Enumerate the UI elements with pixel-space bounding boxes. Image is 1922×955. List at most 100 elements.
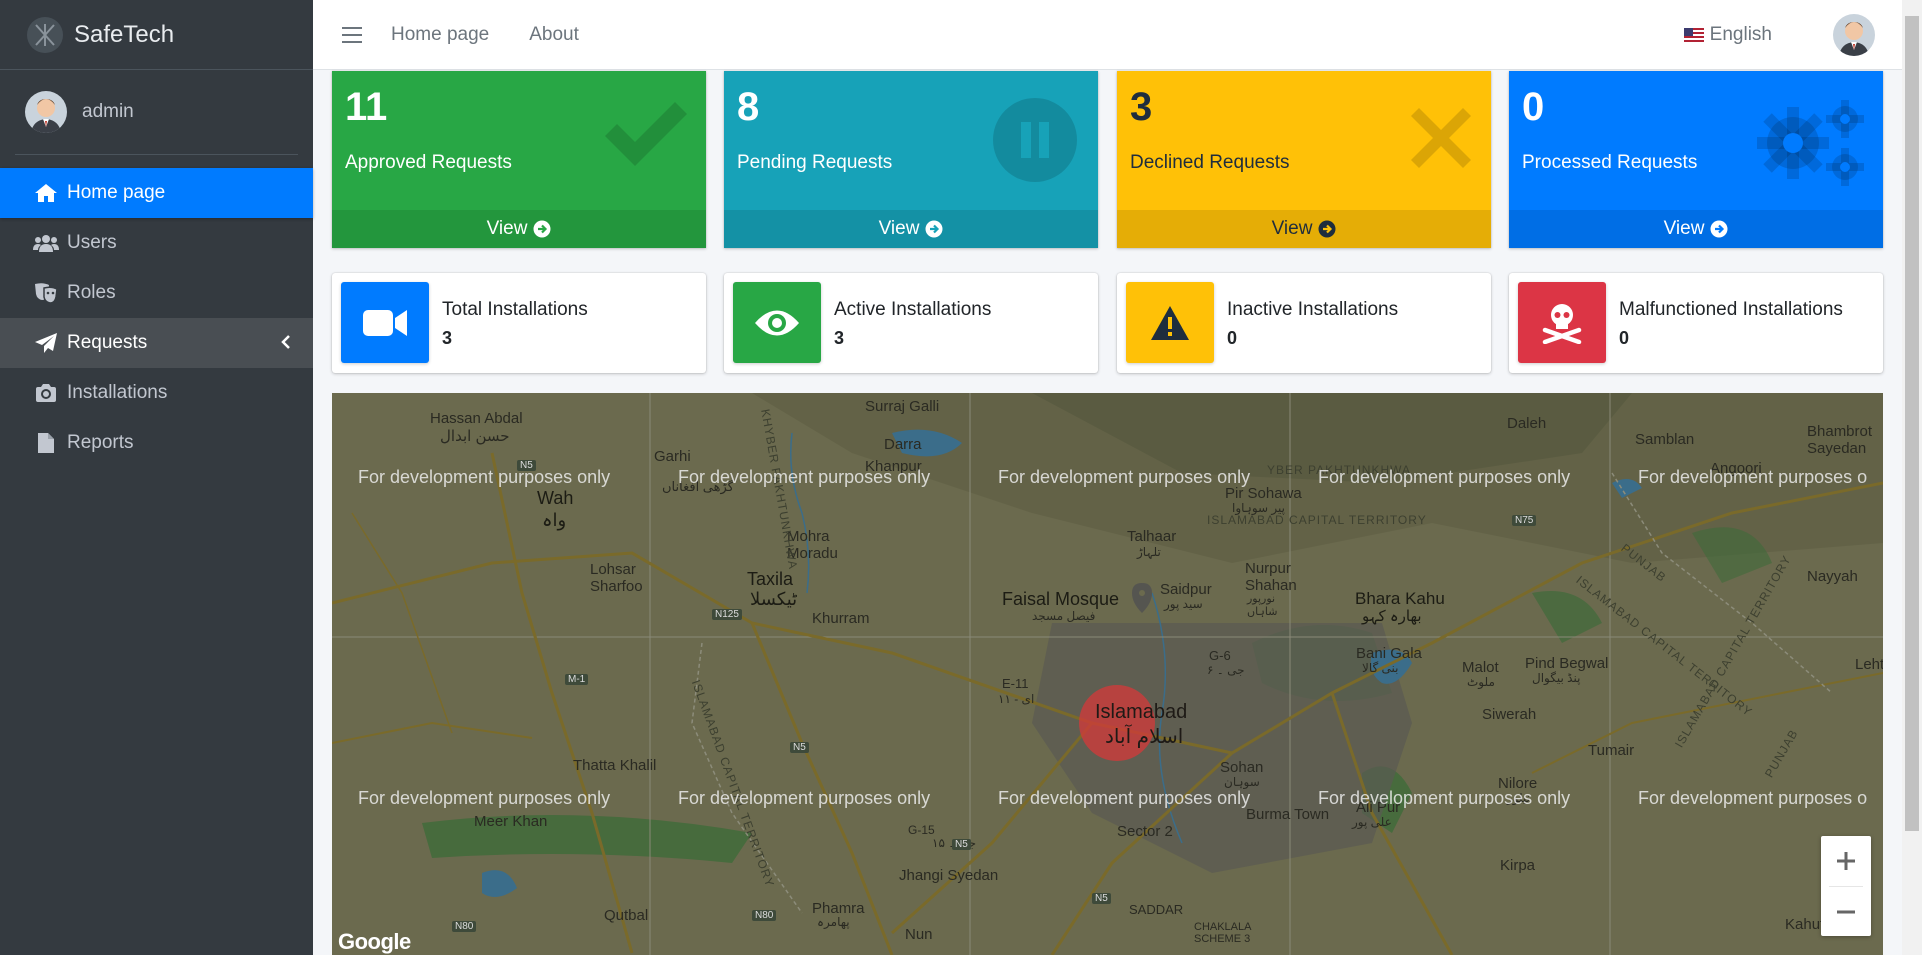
place-label: Garhi: [654, 448, 691, 465]
map-zoom-control: [1821, 836, 1871, 936]
processed-requests-card: 0 Processed Requests View: [1509, 71, 1883, 248]
place-label: Lehtr: [1855, 656, 1883, 673]
place-label: Islamabad: [1095, 701, 1188, 723]
sidebar: SafeTech admin Home page Users Roles Req…: [0, 0, 313, 955]
place-label: Samblan: [1635, 431, 1695, 448]
place-label: G-6: [1209, 648, 1231, 663]
place-label: ای - ۱۱: [998, 692, 1035, 706]
google-logo[interactable]: Google: [338, 929, 411, 955]
page-scrollbar[interactable]: [1902, 0, 1922, 955]
nav-link-home[interactable]: Home page: [391, 24, 489, 46]
minus-icon: [1837, 910, 1855, 914]
pending-view-link[interactable]: View: [724, 210, 1098, 248]
place-label: بنی گالا: [1362, 661, 1399, 675]
top-navbar: Home page About English: [313, 0, 1902, 70]
place-label: Hassan Abdal: [430, 410, 523, 427]
masks-icon: [33, 281, 59, 305]
language-selector[interactable]: English: [1683, 24, 1772, 46]
installations-map[interactable]: Hassan Abdal حسن ابدال Surraj Galli Darr…: [332, 393, 1883, 955]
pending-label: Pending Requests: [737, 152, 893, 173]
x-icon: [1409, 106, 1473, 175]
pending-count: 8: [737, 85, 760, 129]
processed-view-link[interactable]: View: [1509, 210, 1883, 248]
scrollbar-thumb[interactable]: [1905, 16, 1919, 831]
view-label: View: [486, 218, 528, 239]
view-label: View: [878, 218, 920, 239]
brand-link[interactable]: SafeTech: [0, 0, 313, 70]
sidebar-item-users[interactable]: Users: [0, 218, 313, 268]
dev-watermark: For development purposes only: [998, 467, 1251, 487]
us-flag-icon: [1683, 28, 1704, 42]
dev-watermark: For development purposes only: [358, 788, 611, 808]
sidebar-item-roles[interactable]: Roles: [0, 268, 313, 318]
dev-watermark: For development purposes only: [1318, 467, 1571, 487]
brand-logo-icon: [27, 16, 63, 53]
place-label: واہ: [542, 510, 567, 530]
video-camera-icon: [341, 282, 429, 363]
approved-view-link[interactable]: View: [332, 210, 706, 248]
inactive-installations-box: Inactive Installations 0: [1117, 273, 1491, 373]
chevron-left-icon[interactable]: [281, 334, 291, 356]
check-icon: [601, 96, 691, 176]
view-label: View: [1271, 218, 1313, 239]
sidebar-item-label: Users: [67, 232, 117, 253]
dev-watermark: For development purposes only: [358, 467, 611, 487]
declined-count: 3: [1130, 85, 1153, 129]
sidebar-item-requests[interactable]: Requests: [0, 318, 313, 368]
hamburger-menu-icon[interactable]: [342, 26, 362, 43]
zoom-out-button[interactable]: [1821, 887, 1871, 937]
place-label: تلہاڑ: [1137, 545, 1161, 559]
user-menu-avatar[interactable]: [1833, 14, 1875, 56]
place-label: Jhangi Syedan: [899, 867, 999, 884]
place-label: Surraj Galli: [865, 398, 940, 415]
arrow-circle-right-icon: [533, 220, 551, 238]
place-label: Bhambrot Sayedan: [1807, 423, 1873, 457]
place-label: Burma Town: [1246, 806, 1330, 823]
pending-requests-card: 8 Pending Requests View: [724, 71, 1098, 248]
sidebar-item-installations[interactable]: Installations: [0, 368, 313, 418]
road-shield: N5: [1092, 893, 1111, 904]
info-title: Total Installations: [442, 299, 588, 320]
place-label: Qutbal: [604, 907, 649, 924]
camera-icon: [33, 381, 59, 405]
info-title: Active Installations: [834, 299, 992, 320]
brand-name: SafeTech: [74, 20, 175, 48]
nav-link-about[interactable]: About: [529, 24, 579, 46]
arrow-circle-right-icon: [925, 220, 943, 238]
dev-watermark: For development purposes o: [1638, 467, 1868, 487]
dev-watermark: For development purposes only: [998, 788, 1251, 808]
info-value: 0: [1227, 328, 1238, 348]
sidebar-item-home[interactable]: Home page: [0, 168, 313, 218]
sidebar-item-reports[interactable]: Reports: [0, 418, 313, 468]
place-label: E-11: [1002, 676, 1029, 691]
place-label: پھامرہ: [817, 915, 850, 929]
arrow-circle-right-icon: [1710, 220, 1728, 238]
place-label: Lohsar Sharfoo: [590, 561, 643, 595]
zoom-in-button[interactable]: [1821, 836, 1871, 886]
place-label: Tumair: [1588, 742, 1635, 759]
region-label: ISLAMABAD CAPITAL TERRITORY: [1207, 513, 1427, 527]
place-label: Faisal Mosque: [1002, 589, 1120, 609]
warning-icon: [1126, 282, 1214, 363]
declined-view-link[interactable]: View: [1117, 210, 1491, 248]
place-label: Siwerah: [1482, 706, 1537, 723]
user-name: admin: [82, 101, 134, 122]
road-shield: N5: [790, 742, 809, 753]
road-shield: N75: [1512, 515, 1537, 526]
declined-label: Declined Requests: [1130, 152, 1290, 173]
road-shield: M-1: [565, 674, 589, 685]
place-label: Khurram: [812, 610, 870, 627]
sidebar-nav: Home page Users Roles Requests Installat…: [0, 168, 313, 468]
language-label: English: [1709, 24, 1772, 45]
place-label: SADDAR: [1129, 902, 1184, 917]
arrow-circle-right-icon: [1318, 220, 1336, 238]
road-shield: N80: [452, 921, 477, 932]
place-label: ٹیکسلا: [750, 589, 798, 609]
place-label: Bhara Kahu: [1355, 589, 1445, 608]
place-label: Pind Begwal: [1525, 655, 1609, 672]
place-label: Nun: [905, 926, 933, 943]
info-title: Inactive Installations: [1227, 299, 1399, 320]
total-installations-box: Total Installations 3: [332, 273, 706, 373]
place-label: Daleh: [1507, 415, 1547, 432]
user-panel[interactable]: admin: [15, 70, 298, 155]
